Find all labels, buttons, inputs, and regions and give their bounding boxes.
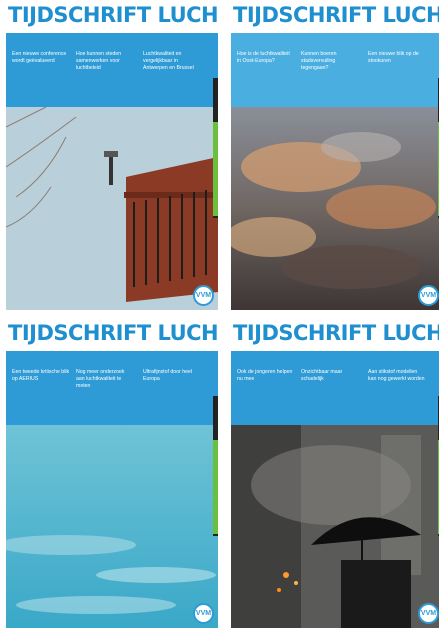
headline-1: Hoe is de luchtkwaliteit in Oost-Europa?: [237, 51, 290, 64]
headline-1: Ook de jongeren helpen nu mee: [237, 369, 293, 382]
masthead: TIJDSCHRIFT LUCHT: [6, 318, 218, 351]
cover-photo: [231, 425, 439, 628]
magazine-title: TIJDSCHRIFT LUCHT: [233, 321, 439, 345]
magazine-title: TIJDSCHRIFT LUCHT: [8, 321, 218, 345]
vvm-logo: VVM: [193, 603, 214, 624]
headline-2: Onzichtbaar maar schadelijk: [301, 369, 343, 382]
vvm-logo: VVM: [193, 285, 214, 306]
headline-panel: Ook de jongeren helpen nu mee Onzichtbaa…: [231, 351, 439, 425]
headline-2: Kunnen boeren stadsvervuiling tegengaan?: [301, 51, 337, 71]
magazine-cover-4[interactable]: TIJDSCHRIFT LUCHT Ook de jongeren helpen…: [231, 318, 439, 628]
headline-2: Nog meer onderzoek aan luchtkwaliteit te…: [76, 369, 125, 389]
magazine-cover-1[interactable]: TIJDSCHRIFT LUCHT Een nieuwe conference …: [6, 0, 218, 310]
headline-2: Hoe kunnen steden samenwerken voor lucht…: [76, 51, 121, 71]
magazine-title: TIJDSCHRIFT LUCHT: [233, 3, 439, 27]
spine-strip: [213, 78, 218, 218]
masthead: TIJDSCHRIFT LUCHT: [231, 0, 439, 33]
headline-3: Aan stikstof modellen kan nog gewerkt wo…: [368, 369, 425, 382]
headline-3: Luchtkwaliteit en vergelijkbaar in Antwe…: [143, 51, 194, 71]
headline-panel: Hoe is de luchtkwaliteit in Oost-Europa?…: [231, 33, 439, 107]
magazine-cover-3[interactable]: TIJDSCHRIFT LUCHT Een tweede kritische b…: [6, 318, 218, 628]
cover-photo: [6, 425, 218, 628]
spine-strip: [213, 396, 218, 536]
vvm-logo: VVM: [418, 285, 439, 306]
cover-photo: [6, 107, 218, 310]
headline-3: Een nieuwe blik op de stookuren: [368, 51, 419, 64]
vvm-logo: VVM: [418, 603, 439, 624]
headline-panel: Een nieuwe conference wordt geëvalueerd …: [6, 33, 218, 107]
cover-photo: [231, 107, 439, 310]
headline-3: Ultrafijnstof door heel Europa: [143, 369, 193, 382]
headline-panel: Een tweede kritische blik op AERIUS Nog …: [6, 351, 218, 425]
headline-1: Een tweede kritische blik op AERIUS: [12, 369, 70, 382]
headline-1: Een nieuwe conference wordt geëvalueerd: [12, 51, 67, 64]
magazine-cover-2[interactable]: TIJDSCHRIFT LUCHT Hoe is de luchtkwalite…: [231, 0, 439, 310]
magazine-title: TIJDSCHRIFT LUCHT: [8, 3, 218, 27]
masthead: TIJDSCHRIFT LUCHT: [6, 0, 218, 33]
masthead: TIJDSCHRIFT LUCHT: [231, 318, 439, 351]
